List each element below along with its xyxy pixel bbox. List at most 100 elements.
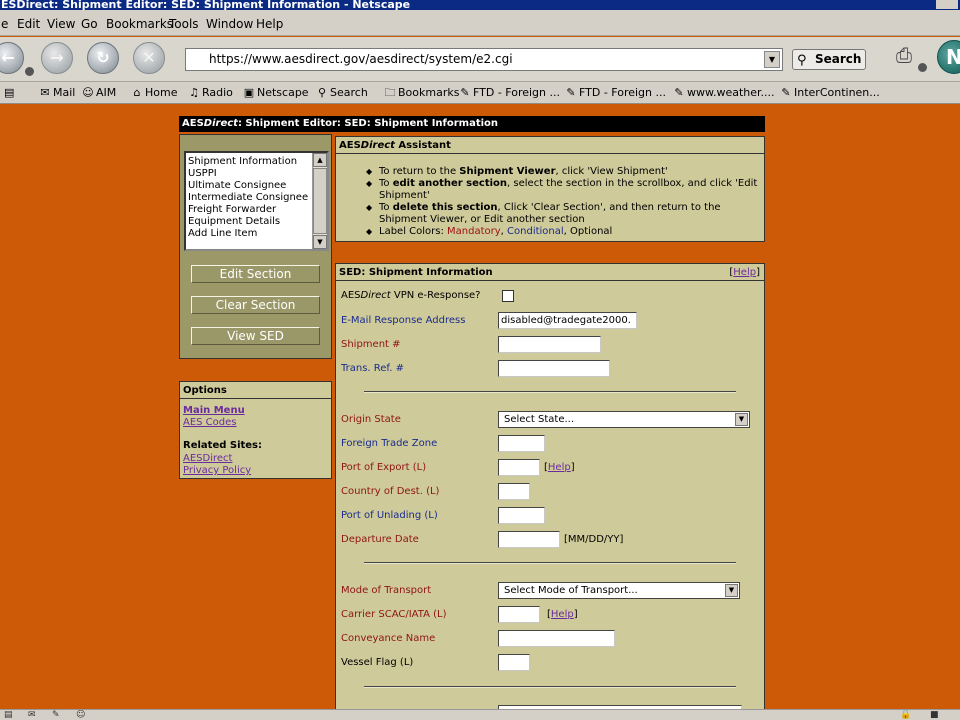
status-network-icon: ■: [930, 710, 939, 720]
port-of-export-help-link[interactable]: [Help]: [544, 462, 575, 474]
foreign-trade-zone-field[interactable]: [498, 435, 545, 452]
scroll-thumb[interactable]: [313, 168, 327, 234]
magnifier-icon: ⚲: [797, 53, 807, 68]
shipment-number-field[interactable]: [498, 336, 601, 353]
clear-section-button[interactable]: Clear Section: [191, 296, 320, 314]
toolbar-item-netscape[interactable]: ▣ Netscape: [241, 86, 309, 100]
toolbar-item-bookmark-1[interactable]: ✎ FTD - Foreign ...: [457, 86, 560, 100]
menu-window[interactable]: Window: [206, 17, 253, 31]
magnifier-icon: ⚲: [317, 86, 327, 99]
toolbar-item-search[interactable]: ⚲ Search: [314, 86, 368, 100]
menu-file[interactable]: e: [1, 17, 8, 31]
status-security-lock-icon[interactable]: 🔒: [900, 710, 911, 720]
section-item-shipment-information[interactable]: Shipment Information: [188, 156, 327, 168]
toolbar-item-bookmark-3[interactable]: ✎ www.weather....: [671, 86, 774, 100]
conveyance-name-field[interactable]: [498, 630, 615, 647]
menu-go[interactable]: Go: [81, 17, 98, 31]
bookmark-link-icon: ✎: [566, 86, 576, 99]
section-divider: [364, 562, 736, 564]
assistant-title: AESDirect Assistant: [336, 137, 764, 154]
edit-section-button[interactable]: Edit Section: [191, 265, 320, 283]
port-of-export-field[interactable]: [498, 459, 540, 476]
listbox-scrollbar[interactable]: ▲ ▼: [312, 153, 327, 249]
toolbar-item-home[interactable]: ⌂ Home: [129, 86, 178, 100]
section-listbox[interactable]: Shipment Information USPPI Ultimate Cons…: [184, 151, 329, 251]
url-input[interactable]: https://www.aesdirect.gov/aesdirect/syst…: [185, 48, 783, 71]
envelope-icon: ✉: [40, 86, 50, 99]
port-of-unlading-label: Port of Unlading (L): [341, 510, 438, 521]
sed-title: SED: Shipment Information: [336, 264, 764, 281]
carrier-scac-field[interactable]: [498, 606, 540, 623]
assistant-instructions: To return to the Shipment Viewer, click …: [336, 154, 764, 238]
window-controls[interactable]: [936, 0, 958, 9]
trans-ref-field[interactable]: [498, 360, 610, 377]
toolbar-item-radio[interactable]: ♫ Radio: [186, 86, 233, 100]
instruction-label-colors: Label Colors: Mandatory, Conditional, Op…: [366, 226, 764, 238]
url-history-dropdown[interactable]: ▼: [764, 51, 780, 68]
personal-toolbar: ▤ ✉ Mail ☺ AIM ⌂ Home ♫ Radio ▣ Netscape ⚲ Sea…: [0, 82, 960, 104]
email-response-label: E-Mail Response Address: [341, 315, 466, 326]
vessel-flag-field[interactable]: [498, 654, 530, 671]
mode-of-transport-select[interactable]: Select Mode of Transport... ▼: [498, 582, 740, 599]
section-item-add-line-item[interactable]: Add Line Item: [188, 228, 327, 240]
instruction-view-shipment: To return to the Shipment Viewer, click …: [366, 166, 764, 178]
status-chat-icon[interactable]: ☺: [76, 710, 85, 720]
print-dropdown[interactable]: [918, 63, 927, 72]
carrier-scac-help-link[interactable]: [Help]: [547, 609, 578, 621]
menu-view[interactable]: View: [47, 17, 75, 31]
toolbar-item-bookmark-2[interactable]: ✎ FTD - Foreign ...: [563, 86, 666, 100]
origin-state-select[interactable]: Select State... ▼: [498, 411, 750, 428]
section-item-intermediate-consignee[interactable]: Intermediate Consignee: [188, 192, 327, 204]
menu-help[interactable]: Help: [256, 17, 283, 31]
menu-edit[interactable]: Edit: [17, 17, 40, 31]
sed-help-link[interactable]: [Help]: [729, 264, 760, 281]
toolbar-item-aim[interactable]: ☺ AIM: [80, 86, 116, 100]
legend-conditional: Conditional: [507, 226, 564, 237]
instruction-edit-section: To edit another section, select the sect…: [366, 178, 764, 202]
search-button-label: Search: [815, 52, 862, 66]
port-of-unlading-field[interactable]: [498, 507, 545, 524]
related-sites-heading: Related Sites:: [183, 440, 263, 451]
bookmark-folder-icon: 🗀: [384, 86, 396, 99]
toolbar-item-bookmarks[interactable]: 🗀 Bookmarks: [382, 86, 460, 100]
email-response-field[interactable]: disabled@tradegate2000.: [498, 312, 637, 329]
toolbar-item-mail[interactable]: ✉ Mail: [37, 86, 75, 100]
forward-button[interactable]: →: [41, 42, 73, 74]
sidebar-toggle-icon[interactable]: ▤: [4, 86, 14, 100]
search-button[interactable]: ⚲ Search: [792, 49, 866, 70]
status-composer-icon[interactable]: ✎: [52, 710, 60, 720]
view-sed-button[interactable]: View SED: [191, 327, 320, 345]
privacy-policy-link[interactable]: Privacy Policy: [183, 465, 251, 477]
main-menu-link[interactable]: Main Menu: [183, 405, 245, 417]
section-item-ultimate-consignee[interactable]: Ultimate Consignee: [188, 180, 327, 192]
toolbar-item-bookmark-4[interactable]: ✎ InterContinen...: [778, 86, 879, 100]
forward-arrow-icon: →: [50, 48, 64, 67]
vpn-e-response-checkbox[interactable]: [502, 290, 514, 302]
reload-button[interactable]: ↻: [87, 42, 119, 74]
scroll-up-icon[interactable]: ▲: [313, 153, 327, 167]
country-of-dest-field[interactable]: [498, 483, 530, 500]
section-item-equipment-details[interactable]: Equipment Details: [188, 216, 327, 228]
back-history-dropdown[interactable]: [25, 67, 34, 76]
status-bar: ▤ ✉ ✎ ☺ 🔒 ■: [0, 709, 960, 720]
chevron-down-icon: ▼: [725, 584, 738, 597]
aesdirect-link[interactable]: AESDirect: [183, 453, 232, 465]
menu-tools[interactable]: Tools: [169, 17, 199, 31]
menu-bookmarks[interactable]: Bookmarks: [106, 17, 173, 31]
headphones-icon: ♫: [189, 86, 199, 99]
section-divider: [364, 391, 736, 393]
back-button[interactable]: ←: [0, 42, 24, 74]
departure-date-field[interactable]: [498, 531, 560, 548]
section-item-freight-forwarder[interactable]: Freight Forwarder: [188, 204, 327, 216]
scroll-down-icon[interactable]: ▼: [313, 235, 327, 249]
aes-codes-link[interactable]: AES Codes: [183, 417, 237, 429]
stop-button[interactable]: ✕: [133, 42, 165, 74]
status-mail-icon[interactable]: ✉: [28, 710, 36, 720]
home-icon: ⌂: [133, 86, 141, 99]
bookmark-link-icon: ✎: [674, 86, 684, 99]
trans-ref-label: Trans. Ref. #: [341, 363, 404, 374]
status-navigator-icon[interactable]: ▤: [4, 710, 13, 720]
print-icon[interactable]: ⎙: [890, 42, 918, 68]
section-item-usppi[interactable]: USPPI: [188, 168, 327, 180]
bookmark-link-icon: ✎: [460, 86, 470, 99]
